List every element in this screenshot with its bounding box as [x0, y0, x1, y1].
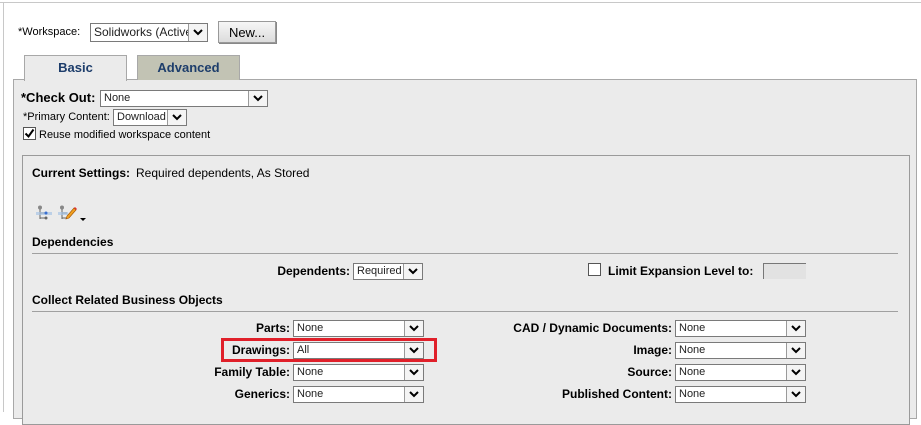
parts-value: None: [297, 322, 324, 334]
tab-advanced[interactable]: Advanced: [137, 55, 240, 80]
reuse-checkbox[interactable]: [23, 127, 36, 140]
current-settings-value: Required dependents, As Stored: [136, 166, 310, 180]
chevron-down-icon: [188, 24, 207, 41]
image-select[interactable]: None: [675, 342, 806, 359]
workspace-label: *Workspace:: [18, 26, 81, 38]
chevron-down-icon: [786, 387, 805, 402]
primary-content-select[interactable]: Download: [113, 109, 187, 126]
drawings-value: All: [297, 344, 310, 356]
new-workspace-button[interactable]: New...: [218, 21, 276, 43]
chevron-down-icon: [167, 110, 186, 125]
settings-box: [22, 155, 910, 425]
chevron-down-icon: [404, 387, 423, 402]
divider: [32, 311, 898, 312]
dependents-select[interactable]: Required: [353, 263, 423, 280]
source-value: None: [679, 366, 706, 378]
parts-select[interactable]: None: [293, 320, 424, 337]
family-table-label: Family Table:: [214, 365, 290, 379]
workspace-value: Solidworks (Active): [94, 25, 197, 39]
limit-expansion-input[interactable]: [763, 263, 806, 279]
chevron-down-icon: [404, 343, 423, 358]
divider: [32, 253, 898, 254]
family-table-value: None: [297, 366, 324, 378]
published-content-label: Published Content:: [562, 387, 672, 401]
chevron-down-icon: [404, 365, 423, 380]
chevron-down-icon: [786, 365, 805, 380]
cad-documents-value: None: [679, 322, 706, 334]
limit-expansion-checkbox[interactable]: [588, 263, 601, 276]
published-content-value: None: [679, 388, 706, 400]
primary-content-value: Download: [117, 111, 166, 123]
generics-label: Generics:: [234, 387, 290, 401]
checkmark-icon: [24, 128, 35, 139]
dependents-value: Required: [357, 265, 402, 277]
parts-label: Parts:: [255, 321, 290, 335]
checkout-label: *Check Out:: [21, 90, 96, 105]
chevron-down-icon: [404, 321, 423, 336]
workspace-select[interactable]: Solidworks (Active): [90, 23, 208, 42]
edit-structure-icon[interactable]: [58, 205, 80, 224]
limit-expansion-label: Limit Expansion Level to:: [608, 264, 754, 278]
image-label: Image:: [633, 343, 672, 357]
cad-documents-label: CAD / Dynamic Documents:: [513, 321, 672, 335]
generics-value: None: [297, 388, 324, 400]
collect-header: Collect Related Business Objects: [32, 293, 223, 307]
published-content-select[interactable]: None: [675, 386, 806, 403]
chevron-down-icon: [403, 264, 422, 279]
image-value: None: [679, 344, 706, 356]
checkout-value: None: [104, 92, 131, 104]
left-border: [3, 2, 4, 412]
current-settings-label: Current Settings:: [32, 166, 131, 180]
dependencies-header: Dependencies: [32, 235, 114, 249]
checkout-select[interactable]: None: [100, 90, 268, 107]
generics-select[interactable]: None: [293, 386, 424, 403]
chevron-down-icon: [786, 321, 805, 336]
structure-tree-icon[interactable]: [36, 205, 52, 224]
cad-documents-select[interactable]: None: [675, 320, 806, 337]
drawings-select[interactable]: All: [293, 342, 424, 359]
source-select[interactable]: None: [675, 364, 806, 381]
tab-basic[interactable]: Basic: [24, 55, 127, 81]
top-border: [0, 2, 921, 3]
family-table-select[interactable]: None: [293, 364, 424, 381]
chevron-down-icon: [248, 91, 267, 106]
dropdown-arrow-icon[interactable]: [80, 211, 86, 225]
drawings-label: Drawings:: [231, 343, 290, 357]
primary-content-label: *Primary Content:: [23, 111, 110, 123]
dependents-label: Dependents:: [277, 264, 350, 278]
source-label: Source:: [627, 365, 672, 379]
reuse-label: Reuse modified workspace content: [39, 129, 211, 141]
chevron-down-icon: [786, 343, 805, 358]
